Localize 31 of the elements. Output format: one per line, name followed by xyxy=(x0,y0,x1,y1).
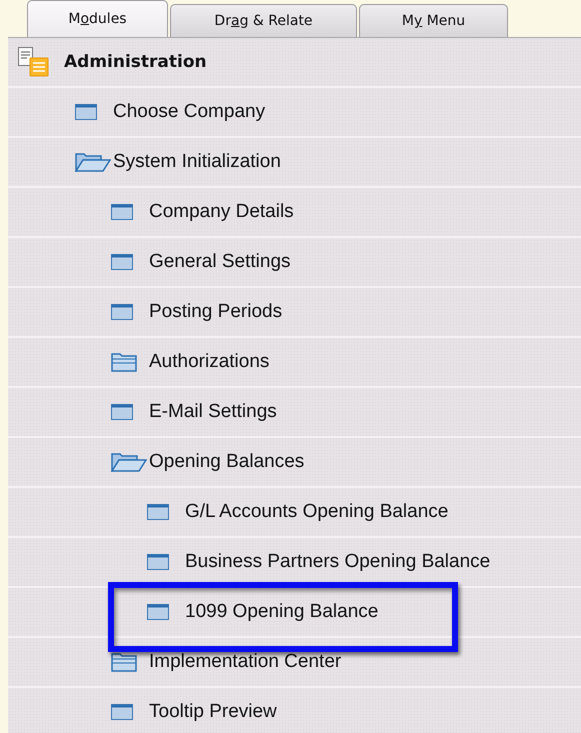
tree-item[interactable]: 1099 Opening Balance xyxy=(185,601,378,623)
window-icon xyxy=(147,604,169,620)
module-icon xyxy=(18,47,50,77)
tree-item[interactable]: System Initialization xyxy=(113,151,281,173)
folder-icon xyxy=(111,652,137,672)
tree-item[interactable]: Tooltip Preview xyxy=(149,701,277,723)
window-icon xyxy=(111,304,133,320)
tree-item[interactable]: Posting Periods xyxy=(149,301,282,323)
tree-item[interactable]: Business Partners Opening Balance xyxy=(185,551,490,573)
tab[interactable]: My Menu xyxy=(359,4,508,37)
tree-item[interactable]: Authorizations xyxy=(149,351,270,373)
tab[interactable]: Modules xyxy=(27,0,168,37)
window-icon xyxy=(111,204,133,220)
folder-icon xyxy=(111,352,137,372)
tree-item[interactable]: General Settings xyxy=(149,251,291,273)
window-icon xyxy=(147,504,169,520)
open-folder-icon xyxy=(75,152,111,172)
window-icon xyxy=(111,404,133,420)
window-icon xyxy=(147,554,169,570)
tree-item[interactable]: G/L Accounts Opening Balance xyxy=(185,501,448,523)
tree-item[interactable]: Company Details xyxy=(149,201,294,223)
module-title: Administration xyxy=(64,52,207,72)
window-icon xyxy=(111,254,133,270)
tree-item[interactable]: Implementation Center xyxy=(149,651,342,673)
window-icon xyxy=(75,104,97,120)
tree-item[interactable]: Opening Balances xyxy=(149,451,304,473)
open-folder-icon xyxy=(111,452,147,472)
tree-item[interactable]: Choose Company xyxy=(113,101,266,123)
tree-item[interactable]: E-Mail Settings xyxy=(149,401,277,423)
window-icon xyxy=(111,704,133,720)
tab[interactable]: Drag & Relate xyxy=(170,4,357,37)
